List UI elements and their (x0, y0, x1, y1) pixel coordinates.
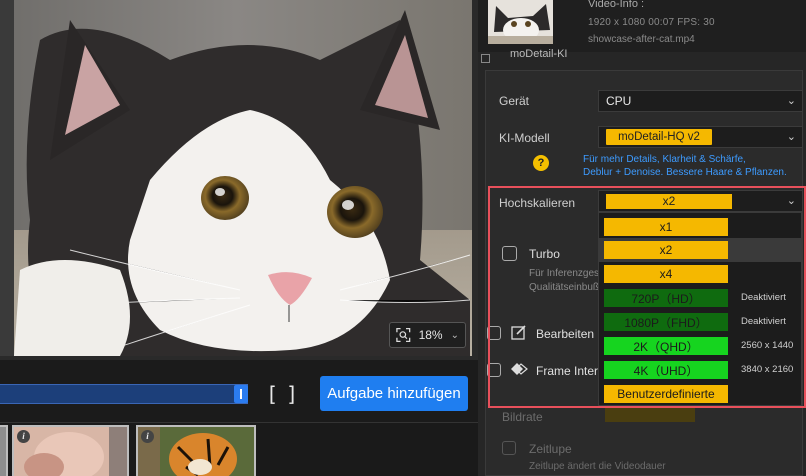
cat-preview-image (0, 0, 472, 356)
zoom-value: 18% (418, 328, 443, 342)
slowmo-description: Zeitlupe ändert die Videodauer (529, 461, 666, 472)
video-info: Video-Info : 1920 x 1080 00:07 FPS: 30 s… (478, 0, 806, 52)
timeline-handle[interactable] (234, 385, 248, 403)
thumbnail-image (138, 427, 254, 476)
device-value: CPU (606, 94, 632, 108)
device-select[interactable]: CPU ⌄ (598, 90, 803, 112)
model-description-line: Deblur + Denoise. Bessere Haare & Pflanz… (583, 167, 787, 178)
chevron-down-icon: ⌄ (450, 329, 459, 341)
model-label: KI-Modell (499, 131, 550, 145)
framerate-select[interactable] (605, 408, 695, 422)
chevron-down-icon: ⌄ (786, 131, 796, 143)
ai-section-checkbox[interactable] (481, 54, 490, 63)
timeline-row: [ ] Aufgabe hinzufügen (0, 360, 478, 422)
model-description: Für mehr Details, Klarheit & Schärfe, De… (583, 153, 787, 179)
model-description-line: Für mehr Details, Klarheit & Schärfe, (583, 154, 746, 165)
help-icon[interactable]: ? (533, 155, 549, 171)
zoom-control[interactable]: 18% ⌄ (389, 322, 466, 348)
set-in-point-button[interactable]: [ (266, 382, 278, 406)
framerate-label: Bildrate (502, 410, 543, 424)
thumbnail-image (14, 427, 127, 476)
slowmo-label: Zeitlupe (529, 442, 572, 456)
model-value: moDetail-HQ v2 (606, 129, 712, 145)
set-out-point-button[interactable]: ] (286, 382, 298, 406)
info-icon[interactable]: i (141, 430, 154, 443)
video-thumbnail (488, 0, 553, 44)
thumbnail-baby[interactable]: i (12, 425, 129, 476)
timeline-bar[interactable] (0, 384, 248, 404)
ai-section-header: moDetail-KI (478, 48, 806, 66)
video-info-title: Video-Info : (588, 0, 645, 10)
video-meta: 1920 x 1080 00:07 FPS: 30 (588, 17, 715, 28)
video-preview: 18% ⌄ (0, 0, 478, 360)
model-select[interactable]: moDetail-HQ v2 ⌄ (598, 126, 803, 148)
chevron-down-icon: ⌄ (786, 95, 796, 107)
device-label: Gerät (499, 94, 530, 108)
thumbnail-tiger[interactable]: i (136, 425, 256, 476)
thumbnail-strip: i i (0, 422, 478, 476)
slowmo-checkbox[interactable] (502, 441, 516, 455)
add-task-button[interactable]: Aufgabe hinzufügen (320, 376, 468, 411)
upscale-highlight-frame (488, 186, 806, 408)
video-filename: showcase-after-cat.mp4 (588, 34, 695, 45)
info-icon[interactable]: i (17, 430, 30, 443)
ai-section-title: moDetail-KI (510, 48, 568, 60)
thumbnail-partial[interactable] (0, 425, 8, 476)
fit-screen-icon (396, 327, 411, 343)
